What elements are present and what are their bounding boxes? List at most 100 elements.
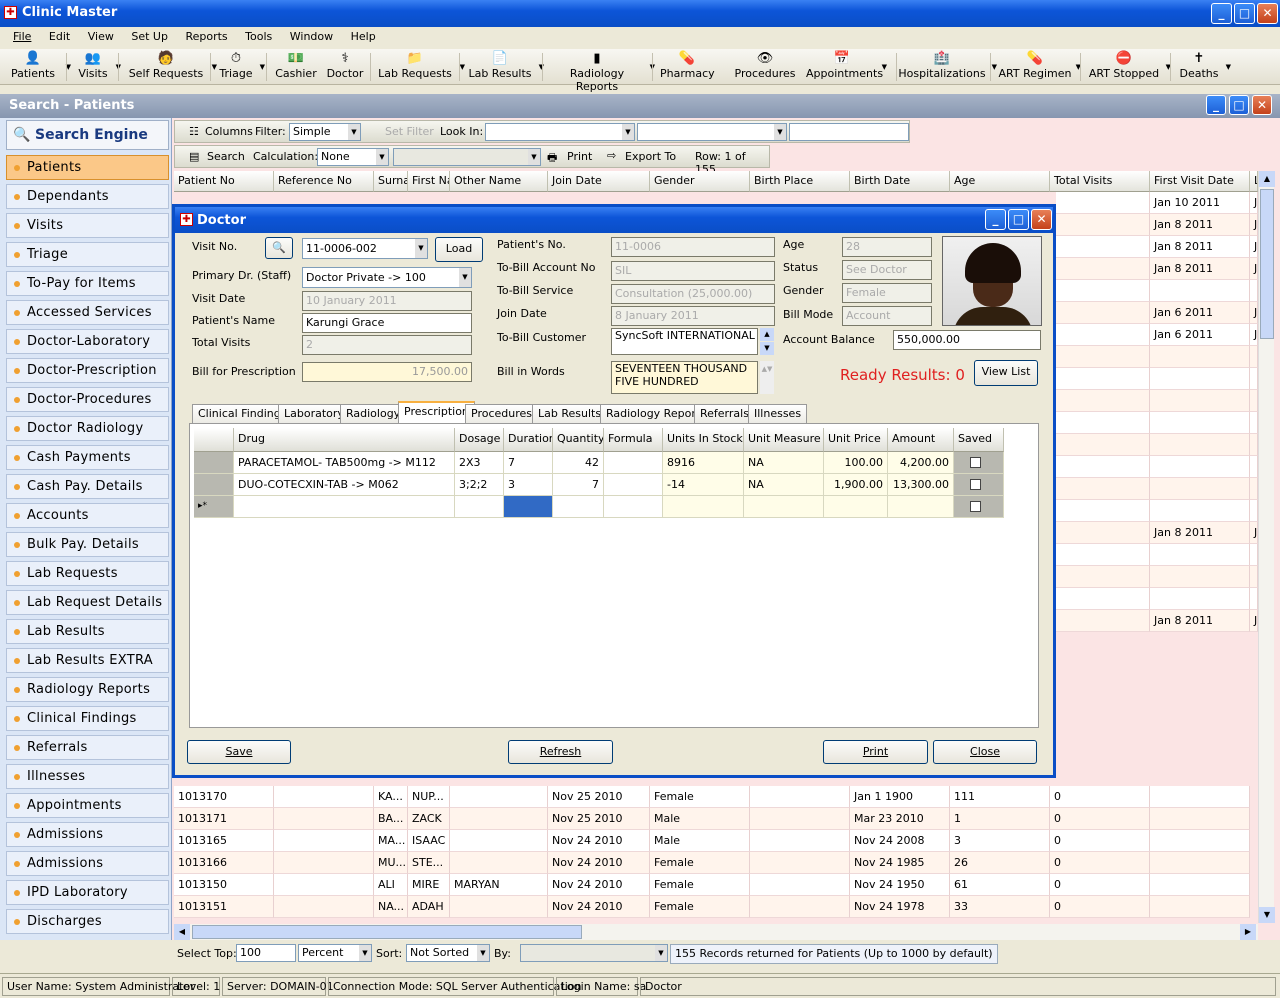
look-in-select[interactable]: ▼	[485, 123, 635, 141]
menu-help[interactable]: Help	[344, 27, 383, 46]
sidebar-item-doctor-procedures[interactable]: Doctor-Procedures	[6, 387, 169, 412]
rx-cell-formula[interactable]	[604, 474, 663, 496]
rx-column-header-quantity[interactable]: Quantity	[553, 428, 604, 452]
rx-column-header-unit-price[interactable]: Unit Price	[824, 428, 888, 452]
column-header-age[interactable]: Age	[950, 171, 1050, 192]
saved-checkbox[interactable]	[970, 457, 981, 468]
column-header-patient-no[interactable]: Patient No	[174, 171, 274, 192]
export-menu-button[interactable]: Export To	[625, 150, 676, 163]
rx-column-header-units-in-stock[interactable]: Units In Stock	[663, 428, 744, 452]
hscroll-thumb[interactable]	[192, 925, 582, 939]
visit-no-input[interactable]: 11-0006-002 ▼	[302, 238, 428, 259]
refresh-button[interactable]: Refresh	[508, 740, 613, 764]
tab-radiology[interactable]: Radiology	[340, 404, 407, 423]
view-list-button[interactable]: View List	[974, 360, 1038, 386]
menu-file[interactable]: File	[6, 27, 38, 46]
look-in-field-select[interactable]: ▼	[637, 123, 787, 141]
rx-cell-quantity[interactable]: 7	[553, 474, 604, 496]
sidebar-item-accounts[interactable]: Accounts	[6, 503, 169, 528]
rx-column-header-duration[interactable]: Duration	[504, 428, 553, 452]
sidebar-item-illnesses[interactable]: Illnesses	[6, 764, 169, 789]
sidebar-item-cash-pay-details[interactable]: Cash Pay. Details	[6, 474, 169, 499]
tab-referrals[interactable]: Referrals	[694, 404, 755, 423]
tab-radiology-report[interactable]: Radiology Report	[600, 404, 707, 423]
rx-new-row-cell[interactable]	[455, 496, 504, 518]
sidebar-item-cash-payments[interactable]: Cash Payments	[6, 445, 169, 470]
save-button[interactable]: Save	[187, 740, 291, 764]
toolbar-cashier-button[interactable]: 💵 Cashier	[274, 51, 318, 83]
menu-window[interactable]: Window	[283, 27, 340, 46]
load-button[interactable]: Load	[435, 237, 483, 262]
sidebar-item-admissions-diagnosis[interactable]: Admissions Diagnosis	[6, 851, 169, 894]
toolbar-appointments-button[interactable]: 📅 Appointments ▼	[806, 51, 887, 83]
toolbar-visits-button[interactable]: 👥Visits▼	[74, 51, 121, 83]
percent-select[interactable]: Percent ▼	[298, 944, 372, 962]
tab-procedures[interactable]: Procedures	[465, 404, 538, 423]
rx-new-row-cell[interactable]	[504, 496, 553, 518]
sidebar-item-lab-request-details[interactable]: Lab Request Details	[6, 590, 169, 615]
rx-cell-duration[interactable]: 7	[504, 452, 553, 474]
rx-column-header-dosage[interactable]: Dosage	[455, 428, 504, 452]
menu-tools[interactable]: Tools	[238, 27, 279, 46]
minimize-button[interactable]: _	[1211, 3, 1232, 24]
scroll-thumb[interactable]	[1260, 189, 1274, 339]
tab-illnesses[interactable]: Illnesses	[748, 404, 808, 423]
sort-select[interactable]: Not Sorted ▼	[406, 944, 490, 962]
column-header-birth-place[interactable]: Birth Place	[750, 171, 850, 192]
search-button[interactable]: Search	[207, 150, 245, 163]
column-header-gender[interactable]: Gender	[650, 171, 750, 192]
print-menu-button[interactable]: Print	[567, 150, 592, 163]
rx-row-selector[interactable]	[194, 452, 234, 474]
sidebar-item-accessed-services[interactable]: Accessed Services	[6, 300, 169, 325]
rx-cell-duration[interactable]: 3	[504, 474, 553, 496]
column-header-reference-no[interactable]: Reference No	[274, 171, 374, 192]
menu-view[interactable]: View	[81, 27, 121, 46]
sidebar-item-lab-results-extra[interactable]: Lab Results EXTRA	[6, 648, 169, 673]
toolbar-art-regimen-button[interactable]: 💊 ART Regimen ▼	[998, 51, 1082, 83]
toolbar-hospitalizations-button[interactable]: 🏥 Hospitalizations ▼	[896, 51, 997, 83]
toolbar-procedures-button[interactable]: 👁 Procedures	[734, 51, 796, 83]
dropdown-arrow-icon[interactable]: ▼	[260, 63, 265, 71]
scroll-up-arrow-icon[interactable]: ▲	[1259, 171, 1275, 187]
calculation-field-select[interactable]: ▼	[393, 148, 541, 166]
toolbar-deaths-button[interactable]: ✝ Deaths ▼	[1176, 51, 1232, 83]
toolbar-self-requests-button[interactable]: 🧑 Self Requests ▼	[124, 51, 217, 83]
sidebar-item-dependants[interactable]: Dependants	[6, 184, 169, 209]
search-minimize-button[interactable]: _	[1206, 95, 1226, 115]
toolbar-doctor-button[interactable]: ⚕ Doctor	[326, 51, 364, 83]
sidebar-item-lab-results[interactable]: Lab Results	[6, 619, 169, 644]
search-maximize-button[interactable]: □	[1229, 95, 1249, 115]
select-top-input[interactable]: 100	[236, 944, 296, 962]
close-button-dialog[interactable]: Close	[933, 740, 1037, 764]
sidebar-item-discharges[interactable]: Discharges	[6, 909, 169, 934]
sidebar-item-doctor-prescription[interactable]: Doctor-Prescription	[6, 358, 169, 383]
rx-new-row-cell[interactable]	[888, 496, 954, 518]
rx-new-row-cell[interactable]	[744, 496, 824, 518]
rx-column-header-unit-measure[interactable]: Unit Measure	[744, 428, 824, 452]
find-visit-button[interactable]: 🔍	[265, 237, 293, 259]
sidebar-item-bulk-pay-details[interactable]: Bulk Pay. Details	[6, 532, 169, 557]
chevron-down-icon[interactable]: ▼	[459, 268, 471, 287]
column-header-surna[interactable]: Surna	[374, 171, 408, 192]
tab-prescription[interactable]: Prescription	[398, 401, 475, 424]
rx-cell-dosage[interactable]: 2X3	[455, 452, 504, 474]
rx-new-row-cell[interactable]	[604, 496, 663, 518]
column-header-other-name[interactable]: Other Name	[450, 171, 548, 192]
saved-checkbox[interactable]	[970, 501, 981, 512]
dropdown-arrow-icon[interactable]: ▼	[992, 63, 997, 71]
toolbar-triage-button[interactable]: ⏱ Triage ▼	[216, 51, 265, 83]
sidebar-item-to-pay-for-items[interactable]: To-Pay for Items	[6, 271, 169, 296]
toolbar-lab-requests-button[interactable]: 📁 Lab Requests ▼	[374, 51, 465, 83]
rx-row-selector[interactable]	[194, 474, 234, 496]
close-button[interactable]: ✕	[1257, 3, 1278, 24]
rx-cell-dosage[interactable]: 3;2;2	[455, 474, 504, 496]
sidebar-item-triage[interactable]: Triage	[6, 242, 169, 267]
grid-vertical-scrollbar[interactable]: ▲ ▼	[1258, 171, 1275, 923]
grid-horizontal-scrollbar[interactable]: ◀ ▶	[174, 924, 1258, 940]
column-header-first-name[interactable]: First Name	[408, 171, 450, 192]
rx-new-row-cell[interactable]	[553, 496, 604, 518]
maximize-button[interactable]: □	[1234, 3, 1255, 24]
toolbar-pharmacy-button[interactable]: 💊 Pharmacy	[660, 51, 715, 83]
toolbar-radiology-button[interactable]: ▮Radiology Reports▼	[548, 51, 655, 93]
primary-dr-select[interactable]: Doctor Private -> 100 ▼	[302, 267, 472, 288]
